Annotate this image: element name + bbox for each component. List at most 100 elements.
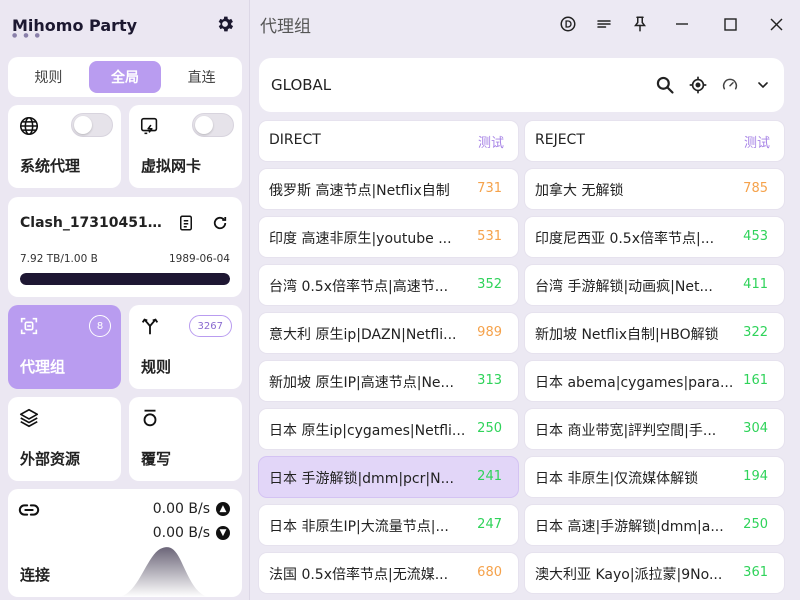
dns-mode-button[interactable]: [556, 12, 580, 36]
proxy-card[interactable]: 澳大利亚 Kayo|派拉蒙|9No... 361: [525, 553, 784, 593]
proxy-delay: 161: [743, 373, 768, 388]
proxy-delay: 313: [477, 373, 502, 388]
profile-refresh-button[interactable]: [210, 213, 230, 233]
nav-override[interactable]: 覆写: [129, 397, 242, 481]
crosshair-icon: [689, 76, 707, 94]
nav-connections[interactable]: 0.00 B/s ▲ 0.00 B/s ▼ 连接: [8, 489, 242, 597]
title-bar: 代理组: [250, 0, 800, 48]
system-proxy-toggle[interactable]: [71, 113, 113, 137]
profile-expire-date: 1989-06-04: [168, 253, 230, 265]
proxy-name: 印度 高速非原生|youtube ...: [269, 231, 452, 247]
proxy-delay: 250: [743, 517, 768, 532]
fork-icon: [141, 318, 159, 335]
arrow-down-icon: ▼: [216, 526, 230, 540]
mode-rule-tab[interactable]: 规则: [12, 61, 85, 93]
proxy-name: 澳大利亚 Kayo|派拉蒙|9No...: [535, 567, 723, 583]
proxy-test-button[interactable]: 测试: [744, 132, 770, 151]
close-button[interactable]: [764, 12, 788, 36]
pin-icon: [634, 16, 646, 32]
proxy-name: 日本 高速|手游解锁|dmm|a...: [535, 519, 724, 535]
app-logo: Mihomo Party ● ● ●: [12, 12, 137, 40]
tun-toggle[interactable]: [192, 113, 234, 137]
proxy-delay: 731: [477, 181, 502, 196]
proxy-card[interactable]: 印度 高速非原生|youtube ... 531: [259, 217, 518, 257]
pin-button[interactable]: [628, 12, 652, 36]
proxy-test-button[interactable]: 测试: [478, 132, 504, 151]
nav-rules[interactable]: 3267 规则: [129, 305, 242, 389]
proxy-delay: 322: [743, 325, 768, 340]
proxy-card[interactable]: 日本 手游解锁|dmm|pcr|N... 241: [259, 457, 518, 497]
proxy-delay: 247: [477, 517, 502, 532]
proxy-card[interactable]: DIRECT 测试: [259, 121, 518, 161]
locate-button[interactable]: [686, 73, 710, 97]
proxy-card[interactable]: 俄罗斯 高速节点|Netflix自制 731: [259, 169, 518, 209]
proxy-name: 加拿大 无解锁: [535, 183, 624, 199]
proxy-card[interactable]: REJECT 测试: [525, 121, 784, 161]
outbound-mode-switch: 规则 全局 直连: [8, 57, 242, 97]
profile-card[interactable]: Clash_1731045177.... 7.92 TB/1.00 B 1989…: [8, 197, 242, 297]
delay-test-button[interactable]: [718, 73, 742, 97]
nav-external-resources[interactable]: 外部资源: [8, 397, 121, 481]
document-icon: [180, 215, 192, 231]
proxy-card[interactable]: 法国 0.5x倍率节点|无流媒... 680: [259, 553, 518, 593]
proxy-card[interactable]: 日本 abema|cygames|para... 161: [525, 361, 784, 401]
settings-button[interactable]: [214, 13, 236, 35]
mode-global-tab[interactable]: 全局: [88, 61, 162, 93]
layers-icon: [19, 408, 39, 428]
scan-target-icon: [20, 317, 38, 335]
nav-proxy-groups[interactable]: 8 代理组: [8, 305, 121, 389]
nav-rules-label: 规则: [141, 358, 172, 376]
proxy-card[interactable]: 新加坡 原生IP|高速节点|Ne... 313: [259, 361, 518, 401]
system-proxy-label: 系统代理: [20, 157, 81, 175]
proxy-card[interactable]: 日本 原生ip|cygames|Netfli... 250: [259, 409, 518, 449]
maximize-icon: [723, 17, 737, 31]
proxy-card[interactable]: 日本 非原生|仅流媒体解锁 194: [525, 457, 784, 497]
proxy-name: 日本 商业带宽|評判空間|手...: [535, 423, 717, 439]
proxy-card[interactable]: 新加坡 Netflix自制|HBO解锁 322: [525, 313, 784, 353]
proxy-card[interactable]: 台湾 手游解锁|动画疯|Net... 411: [525, 265, 784, 305]
proxy-delay: 241: [477, 469, 502, 484]
proxy-card[interactable]: 日本 高速|手游解锁|dmm|a... 250: [525, 505, 784, 545]
proxy-delay: 453: [743, 229, 768, 244]
system-proxy-card[interactable]: 系统代理: [8, 105, 121, 188]
menu-icon: [597, 20, 611, 28]
proxy-name: 日本 abema|cygames|para...: [535, 375, 734, 391]
proxy-delay: 989: [477, 325, 502, 340]
proxy-card[interactable]: 日本 非原生IP|大流量节点|... 247: [259, 505, 518, 545]
collapse-button[interactable]: [751, 73, 775, 97]
proxy-card[interactable]: 加拿大 无解锁 785: [525, 169, 784, 209]
profile-usage-bar: [20, 273, 230, 285]
page-title: 代理组: [260, 17, 311, 37]
proxy-card[interactable]: 意大利 原生ip|DAZN|Netfli... 989: [259, 313, 518, 353]
rule-count-badge: 3267: [188, 315, 232, 337]
menu-button[interactable]: [592, 12, 616, 36]
proxy-card[interactable]: 印度尼西亚 0.5x倍率节点|... 453: [525, 217, 784, 257]
mode-direct-tab[interactable]: 直连: [165, 61, 238, 93]
link-icon: [18, 504, 40, 516]
proxy-name: DIRECT: [269, 132, 321, 148]
nav-external-resources-label: 外部资源: [20, 450, 81, 468]
proxy-delay: 304: [743, 421, 768, 436]
minimize-icon: [676, 23, 688, 25]
tun-label: 虚拟网卡: [141, 157, 202, 175]
search-button[interactable]: [653, 73, 677, 97]
maximize-button[interactable]: [718, 12, 742, 36]
refresh-icon: [213, 216, 227, 230]
proxy-card[interactable]: 日本 商业带宽|評判空間|手... 304: [525, 409, 784, 449]
proxy-name: 日本 非原生|仅流媒体解锁: [535, 471, 699, 487]
proxy-delay: 352: [477, 277, 502, 292]
tun-card[interactable]: 虚拟网卡: [129, 105, 242, 188]
proxy-name: 日本 手游解锁|dmm|pcr|N...: [269, 471, 454, 487]
proxy-group-header[interactable]: GLOBAL: [259, 58, 784, 112]
proxy-delay: 194: [743, 469, 768, 484]
network-card-icon: [140, 117, 158, 135]
profile-usage-fill: [20, 273, 230, 285]
close-icon: [770, 18, 782, 30]
proxy-name: 法国 0.5x倍率节点|无流媒...: [269, 567, 449, 583]
nav-connections-label: 连接: [20, 566, 51, 584]
proxy-card[interactable]: 台湾 0.5x倍率节点|高速节... 352: [259, 265, 518, 305]
minimize-button[interactable]: [670, 12, 694, 36]
nav-proxy-groups-label: 代理组: [20, 358, 66, 376]
proxy-name: 意大利 原生ip|DAZN|Netfli...: [269, 327, 457, 343]
profile-edit-button[interactable]: [176, 213, 196, 233]
